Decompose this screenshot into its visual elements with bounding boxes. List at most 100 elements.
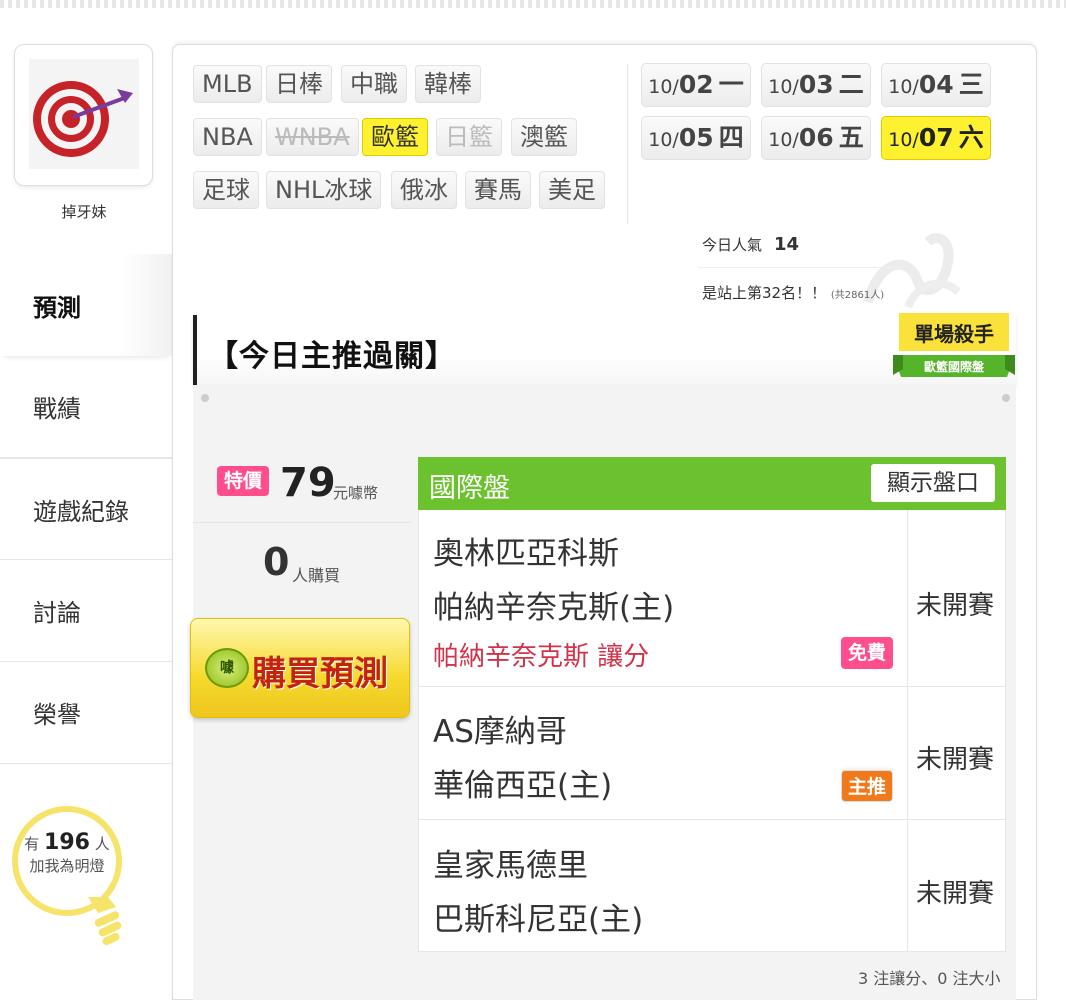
- target-icon: [33, 81, 133, 157]
- date-tab-1006[interactable]: 10/06 五: [761, 116, 871, 160]
- section-title: 【今日主推過關】: [208, 339, 456, 374]
- buyers-count: 0: [263, 540, 290, 584]
- game-status: 未開賽: [916, 745, 995, 775]
- coin-icon: 噱: [205, 648, 249, 688]
- nav-item-game-log[interactable]: 遊戲紀錄: [0, 458, 172, 560]
- date-tab-1007[interactable]: 10/07 六: [881, 116, 991, 160]
- badge-line1: 單場殺手: [914, 322, 994, 346]
- date-tab-1003[interactable]: 10/03 二: [761, 63, 871, 107]
- sidebar: 掉牙妹 預測 戰績 遊戲紀錄 討論 榮譽 有 196 人 加我為明燈: [0, 0, 172, 1000]
- tab-mlb[interactable]: MLB: [193, 65, 262, 103]
- date-month: 10/: [648, 129, 679, 151]
- nav-item-label: 戰績: [33, 395, 81, 423]
- nav-item-discuss[interactable]: 討論: [0, 560, 172, 662]
- away-team: 奧林匹亞科斯: [433, 536, 619, 572]
- date-weekday: 三: [958, 70, 984, 99]
- nav-item-record[interactable]: 戰績: [0, 356, 172, 458]
- nav-item-honor[interactable]: 榮譽: [0, 662, 172, 764]
- killer-badge: 單場殺手 歐籃國際盤: [893, 313, 1015, 377]
- avatar-image: [29, 59, 139, 169]
- date-month: 10/: [768, 129, 799, 151]
- show-odds-button[interactable]: 顯示盤口: [871, 464, 995, 502]
- home-team: 帕納辛奈克斯(主): [433, 590, 675, 626]
- buyers-unit: 人購買: [292, 566, 341, 585]
- date-day: 02: [678, 70, 714, 99]
- fans-count: 196: [44, 830, 90, 855]
- buy-prediction-label[interactable]: 購買預測: [252, 646, 388, 695]
- popularity-value: 14: [774, 234, 800, 255]
- tab-korea-baseball[interactable]: 韓棒: [415, 65, 481, 103]
- row-divider: [418, 819, 1006, 820]
- rank: 是站上第32名！！ (共2861人): [702, 282, 884, 303]
- home-team: 巴斯科尼亞(主): [433, 902, 644, 938]
- pin-icon: [201, 394, 209, 402]
- tab-soccer[interactable]: 足球: [193, 171, 259, 209]
- fans-count-text: 有 196 人 加我為明燈: [14, 832, 120, 877]
- date-day: 04: [918, 70, 954, 99]
- away-team: AS摩納哥: [433, 714, 567, 750]
- free-badge: 免費: [841, 637, 893, 669]
- tab-nhl[interactable]: NHL冰球: [266, 171, 382, 209]
- bet-summary: 3 注讓分、0 注大小: [858, 969, 1001, 988]
- date-day: 06: [798, 123, 834, 152]
- popularity: 今日人氣 14: [702, 234, 799, 255]
- date-day: 03: [798, 70, 834, 99]
- tab-aus-basketball[interactable]: 澳籃: [511, 118, 577, 156]
- price-unit: 元噱幣: [333, 484, 379, 502]
- nav-item-label: 預測: [33, 293, 81, 322]
- date-month: 10/: [648, 76, 679, 98]
- price-value: 79: [280, 460, 336, 506]
- nav-item-label: 遊戲紀錄: [33, 497, 129, 526]
- nav-item-predict[interactable]: 預測: [0, 254, 172, 356]
- games-table-title: 國際盤: [429, 473, 510, 504]
- tab-russia-hockey[interactable]: 俄冰: [391, 171, 457, 209]
- tab-japan-baseball[interactable]: 日棒: [266, 65, 332, 103]
- game-status: 未開賽: [916, 591, 995, 621]
- fans-suffix: 人: [94, 835, 110, 853]
- date-weekday: 一: [718, 70, 744, 99]
- date-day: 05: [678, 123, 714, 152]
- rank-total: (共2861人): [830, 290, 885, 301]
- tab-wnba: WNBA: [266, 118, 359, 156]
- date-day: 07: [918, 123, 954, 152]
- fans-prefix: 有: [24, 835, 40, 853]
- tab-euro-basketball[interactable]: 歐籃: [362, 118, 428, 156]
- badge-line2: 歐籃國際盤: [924, 359, 985, 374]
- date-weekday: 五: [838, 123, 864, 152]
- date-tab-1004[interactable]: 10/04 三: [881, 63, 991, 107]
- away-team: 皇家馬德里: [433, 848, 588, 884]
- date-weekday: 六: [958, 123, 984, 152]
- main-pick-badge: 主推: [841, 770, 893, 802]
- divider: [698, 267, 898, 268]
- tab-horse-racing[interactable]: 賽馬: [465, 171, 531, 209]
- pick-text: 帕納辛奈克斯 讓分: [433, 642, 650, 672]
- pin-icon: [1002, 394, 1010, 402]
- special-price-badge: 特價: [217, 466, 269, 496]
- tab-nba[interactable]: NBA: [193, 118, 262, 156]
- date-weekday: 二: [838, 70, 864, 99]
- column-divider: [907, 510, 908, 952]
- tab-cpbl[interactable]: 中職: [341, 65, 407, 103]
- tab-japan-basketball: 日籃: [436, 118, 502, 156]
- lightbulb-base-icon: [88, 897, 122, 946]
- tab-american-football[interactable]: 美足: [539, 171, 605, 209]
- avatar[interactable]: [14, 44, 153, 186]
- game-status: 未開賽: [916, 879, 995, 909]
- date-month: 10/: [768, 76, 799, 98]
- date-weekday: 四: [718, 123, 744, 152]
- date-month: 10/: [888, 76, 919, 98]
- fans-line2: 加我為明燈: [29, 857, 105, 875]
- date-month: 10/: [888, 129, 919, 151]
- row-divider: [418, 686, 1006, 687]
- popularity-label: 今日人氣: [702, 236, 763, 254]
- rank-text: 是站上第32名！！: [702, 284, 827, 302]
- date-tab-1002[interactable]: 10/02 一: [641, 63, 751, 107]
- sidebar-nav: 預測 戰績 遊戲紀錄 討論 榮譽: [0, 254, 172, 764]
- divider: [193, 522, 411, 523]
- date-tab-1005[interactable]: 10/05 四: [641, 116, 751, 160]
- divider: [627, 64, 628, 224]
- nav-item-label: 榮譽: [33, 701, 81, 729]
- username: 掉牙妹: [61, 203, 107, 221]
- nav-item-label: 討論: [33, 599, 81, 627]
- home-team: 華倫西亞(主): [433, 768, 613, 804]
